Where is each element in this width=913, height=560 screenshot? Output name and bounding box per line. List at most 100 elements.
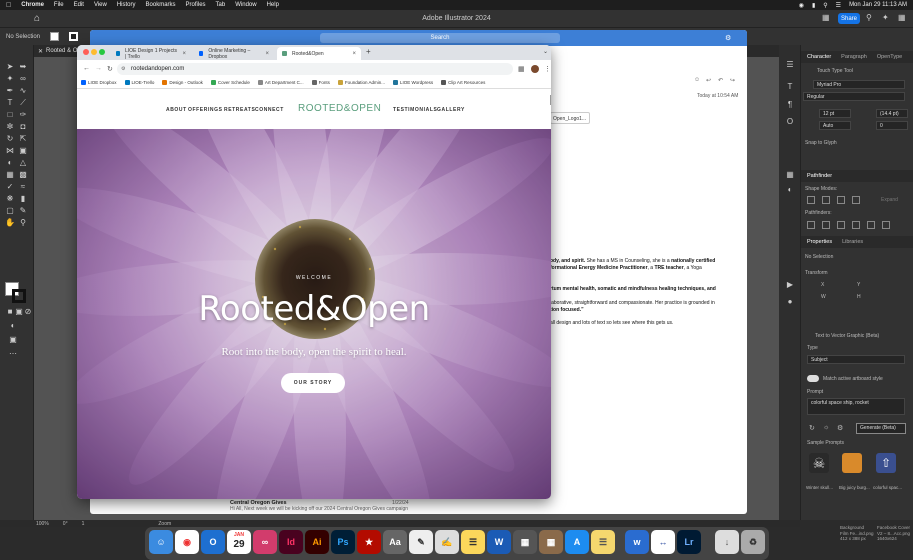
divide-icon[interactable] bbox=[807, 221, 815, 229]
workspace-icon[interactable]: ▦ bbox=[898, 13, 906, 22]
indesign-icon[interactable]: Id bbox=[279, 530, 303, 554]
tab-opentype[interactable]: OpenType bbox=[877, 54, 902, 60]
new-tab-icon[interactable]: + bbox=[366, 47, 371, 56]
app-store-icon[interactable]: A bbox=[565, 530, 589, 554]
back-icon[interactable]: ← bbox=[83, 65, 90, 72]
search-icon[interactable]: ⚲ bbox=[866, 13, 872, 22]
curvature-tool-icon[interactable]: ∿ bbox=[18, 86, 28, 96]
exclude-icon[interactable] bbox=[852, 196, 860, 204]
trash-icon[interactable]: ♻ bbox=[741, 530, 765, 554]
bookmark-item[interactable]: Fonts bbox=[311, 80, 330, 86]
menu-bookmarks[interactable]: Bookmarks bbox=[146, 2, 176, 8]
zoom-level[interactable]: 100% bbox=[36, 521, 49, 527]
bookmark-item[interactable]: Art Department C... bbox=[257, 80, 304, 86]
downloads-icon[interactable]: ↓ bbox=[715, 530, 739, 554]
unite-icon[interactable] bbox=[807, 196, 815, 204]
settings-icon[interactable]: ⚙ bbox=[837, 424, 843, 432]
battery-icon[interactable]: ▮ bbox=[812, 2, 815, 9]
font-style-select[interactable]: Regular bbox=[803, 92, 905, 101]
mesh-tool-icon[interactable]: ▦ bbox=[5, 170, 15, 180]
crop-icon[interactable] bbox=[852, 221, 860, 229]
close-window-icon[interactable] bbox=[83, 49, 89, 55]
creative-cloud-icon[interactable]: ∞ bbox=[253, 530, 277, 554]
chrome-icon[interactable]: ◉ bbox=[175, 530, 199, 554]
forward-icon[interactable]: ↪ bbox=[730, 77, 735, 84]
our-story-button[interactable]: OUR STORY bbox=[281, 373, 345, 393]
emoji-icon[interactable]: ☺ bbox=[694, 77, 700, 83]
close-tab-icon[interactable]: × bbox=[265, 51, 269, 57]
prompt-input[interactable]: colorful space ship, rocket bbox=[807, 398, 905, 415]
maximize-window-icon[interactable] bbox=[99, 49, 105, 55]
outlook-icon[interactable]: O bbox=[201, 530, 225, 554]
burger-sample-icon[interactable] bbox=[842, 453, 862, 473]
tab-pathfinder[interactable]: Pathfinder bbox=[807, 173, 832, 179]
nav-about[interactable]: ABOUT bbox=[166, 107, 187, 113]
appearance-icon[interactable]: ● bbox=[785, 297, 795, 307]
menu-file[interactable]: File bbox=[54, 2, 64, 8]
notes-icon[interactable]: ☰ bbox=[461, 530, 485, 554]
wifi-icon[interactable]: ◉ bbox=[799, 2, 804, 9]
selection-tool-icon[interactable]: ➤ bbox=[5, 62, 15, 72]
font-book-icon[interactable]: Aa bbox=[383, 530, 407, 554]
bookmark-item[interactable]: Foundation Admin... bbox=[337, 80, 385, 86]
blend-tool-icon[interactable]: ≈ bbox=[18, 182, 28, 192]
desktop-file-label[interactable]: Facebook Cover bbox=[877, 525, 910, 531]
mail-search-input[interactable]: Search bbox=[320, 33, 560, 43]
hand-tool-icon[interactable]: ✋ bbox=[5, 218, 15, 228]
chrome-tab-dropbox[interactable]: Online Marketing – Dropbox × bbox=[194, 47, 274, 60]
share-button[interactable]: Share bbox=[838, 13, 860, 24]
font-family-select[interactable]: Myriad Pro bbox=[813, 80, 905, 89]
shape-builder-icon[interactable]: ◐ bbox=[5, 158, 15, 168]
forward-icon[interactable]: → bbox=[95, 65, 102, 72]
expand-button[interactable]: Expand bbox=[881, 197, 898, 203]
close-icon[interactable]: ✕ bbox=[38, 48, 43, 55]
merge-icon[interactable] bbox=[837, 221, 845, 229]
color-icon[interactable]: ◐ bbox=[785, 185, 795, 195]
reply-all-icon[interactable]: ↶ bbox=[718, 77, 723, 84]
apple-icon[interactable]:  bbox=[6, 2, 11, 9]
rotate-tool-icon[interactable]: ↻ bbox=[5, 134, 15, 144]
minimize-window-icon[interactable] bbox=[91, 49, 97, 55]
bookmark-item[interactable]: LIOE Wordpress bbox=[392, 80, 433, 86]
outline-icon[interactable] bbox=[867, 221, 875, 229]
touch-type-tool[interactable]: Touch Type Tool bbox=[817, 68, 853, 74]
preview-icon[interactable]: ✎ bbox=[409, 530, 433, 554]
slice-tool-icon[interactable]: ✎ bbox=[18, 206, 28, 216]
tab-libraries[interactable]: Libraries bbox=[842, 239, 863, 245]
acrobat-icon[interactable]: ★ bbox=[357, 530, 381, 554]
menu-view[interactable]: View bbox=[94, 2, 107, 8]
bookmark-item[interactable]: Cover Schedule bbox=[210, 80, 250, 86]
symbol-sprayer-icon[interactable]: ❋ bbox=[5, 194, 15, 204]
chrome-tab-rooted-open[interactable]: Rooted&Open × bbox=[277, 47, 361, 60]
eraser-icon[interactable]: ◘ bbox=[18, 122, 28, 132]
bookmark-item[interactable]: LIOE Dropbox bbox=[81, 80, 117, 86]
trim-icon[interactable] bbox=[822, 221, 830, 229]
layers-icon[interactable]: ☰ bbox=[785, 60, 795, 70]
free-transform-icon[interactable]: ▣ bbox=[18, 146, 28, 156]
site-logo[interactable]: ROOTED&OPEN bbox=[298, 103, 381, 114]
teamviewer-icon[interactable]: ↔ bbox=[651, 530, 675, 554]
menu-help[interactable]: Help bbox=[267, 2, 279, 8]
menu-dots-icon[interactable]: ⋮ bbox=[544, 65, 551, 73]
word-online-icon[interactable]: w bbox=[625, 530, 649, 554]
text-to-vector-title[interactable]: Text to Vector Graphic (Beta) bbox=[815, 333, 879, 339]
minus-front-icon[interactable] bbox=[822, 196, 830, 204]
bulb-icon[interactable]: ☼ bbox=[823, 424, 829, 431]
bookmark-item[interactable]: Clip Art Resources bbox=[441, 80, 485, 86]
tracking-field[interactable]: 0 bbox=[876, 121, 908, 130]
menu-tab[interactable]: Tab bbox=[216, 2, 226, 8]
pen-tool-icon[interactable]: ✒ bbox=[5, 86, 15, 96]
leading-field[interactable]: (14.4 pt) bbox=[876, 109, 908, 118]
swatches-icon[interactable]: ▦ bbox=[785, 170, 795, 180]
nav-retreats[interactable]: RETREATS bbox=[224, 107, 255, 113]
minus-back-icon[interactable] bbox=[882, 221, 890, 229]
stroke-color-icon[interactable] bbox=[12, 289, 26, 303]
close-tab-icon[interactable]: × bbox=[182, 51, 186, 57]
paragraph-panel-icon[interactable]: ¶ bbox=[785, 100, 795, 110]
menu-app-name[interactable]: Chrome bbox=[21, 2, 44, 8]
mail-list-item[interactable]: Central Oregon Gives Hi All, Next week w… bbox=[230, 500, 408, 512]
zoom-tool-icon[interactable]: ⚲ bbox=[18, 218, 28, 228]
scrollbar[interactable] bbox=[550, 95, 551, 105]
archive-icon[interactable]: ▦ bbox=[539, 530, 563, 554]
type-select[interactable]: Subject bbox=[807, 355, 905, 364]
